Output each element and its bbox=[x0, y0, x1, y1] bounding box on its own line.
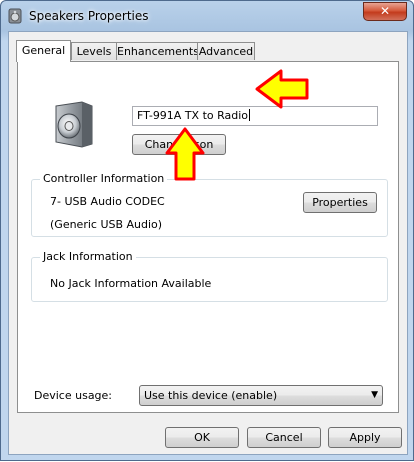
apply-button[interactable]: Apply bbox=[328, 427, 402, 448]
device-name-value: FT-991A TX to Radio bbox=[137, 109, 249, 122]
cancel-button[interactable]: Cancel bbox=[247, 427, 321, 448]
tab-general[interactable]: General bbox=[16, 40, 71, 62]
speaker-icon bbox=[55, 101, 93, 148]
change-icon-button[interactable]: Change Icon bbox=[132, 134, 226, 155]
controller-information-group: Controller Information 7- USB Audio CODE… bbox=[31, 172, 388, 237]
jack-info-text: No Jack Information Available bbox=[50, 277, 212, 290]
window-title: Speakers Properties bbox=[29, 9, 149, 23]
chevron-down-icon: ▼ bbox=[371, 390, 378, 400]
text-caret bbox=[249, 109, 251, 121]
device-name-input[interactable]: FT-991A TX to Radio bbox=[132, 106, 378, 126]
general-tab-panel: FT-991A TX to Radio Change Icon Controll… bbox=[17, 61, 399, 413]
controller-name: 7- USB Audio CODEC bbox=[50, 195, 165, 208]
dialog-client-area: General Levels Enhancements Advanced FT-… bbox=[8, 31, 408, 455]
ok-button[interactable]: OK bbox=[165, 427, 239, 448]
close-button[interactable]: ✕ bbox=[363, 2, 407, 21]
device-usage-label: Device usage: bbox=[34, 389, 113, 402]
tab-enhancements[interactable]: Enhancements bbox=[116, 42, 199, 60]
speaker-title-icon bbox=[8, 8, 22, 24]
jack-information-group: Jack Information No Jack Information Ava… bbox=[31, 250, 388, 302]
tab-levels[interactable]: Levels bbox=[71, 42, 117, 60]
controller-group-title: Controller Information bbox=[40, 172, 168, 185]
tab-advanced[interactable]: Advanced bbox=[197, 42, 255, 60]
device-usage-value: Use this device (enable) bbox=[144, 389, 278, 402]
title-bar[interactable]: Speakers Properties ✕ bbox=[1, 1, 413, 31]
properties-window: Speakers Properties ✕ General Levels Enh… bbox=[0, 0, 414, 461]
controller-driver: (Generic USB Audio) bbox=[50, 218, 163, 231]
jack-group-title: Jack Information bbox=[40, 250, 136, 263]
controller-properties-button[interactable]: Properties bbox=[303, 192, 377, 213]
device-usage-select[interactable]: Use this device (enable) ▼ bbox=[139, 385, 383, 406]
